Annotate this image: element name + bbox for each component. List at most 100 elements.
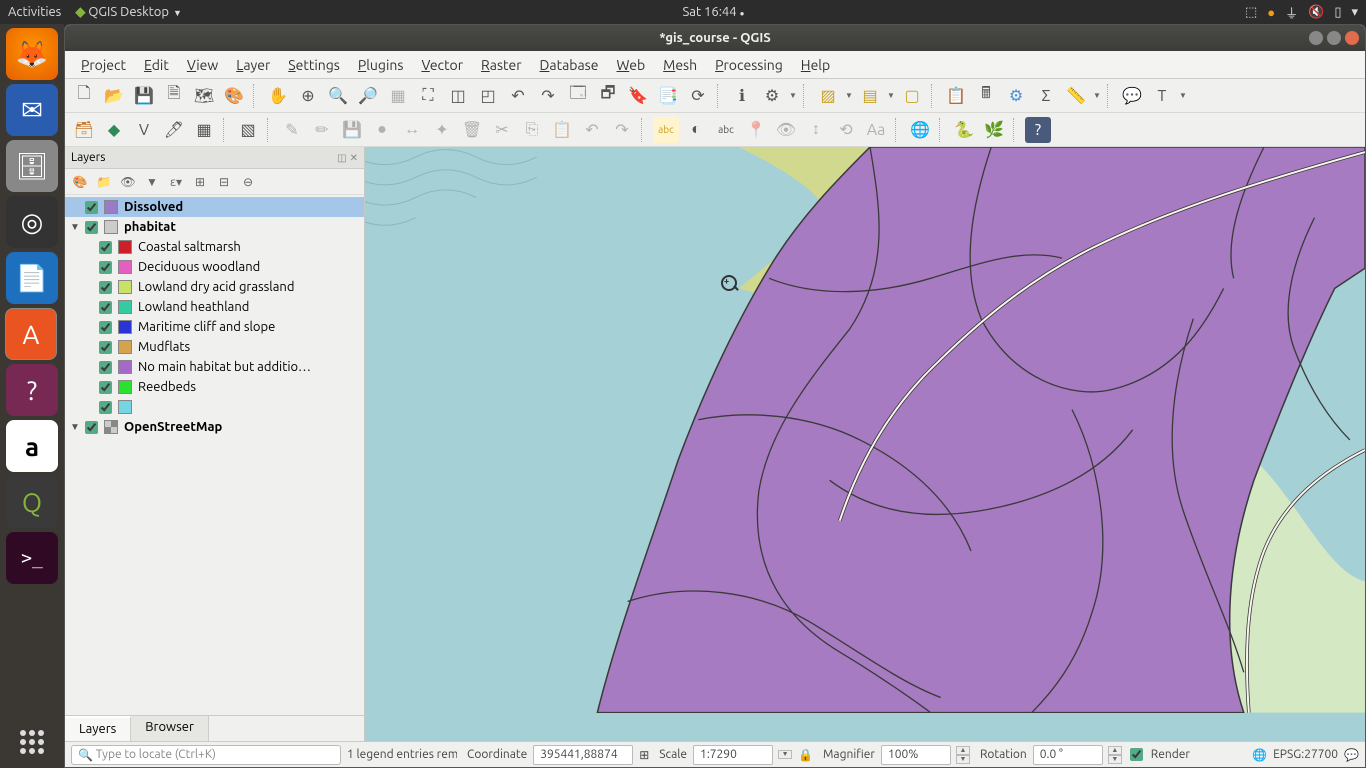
style-manager-icon[interactable]: 🎨 <box>221 83 247 109</box>
zoom-native-icon[interactable]: ▦ <box>385 83 411 109</box>
grass-icon[interactable]: 🌿 <box>981 117 1007 143</box>
power-icon[interactable]: ▾ <box>1351 5 1358 20</box>
change-label-icon[interactable]: Aa <box>863 117 889 143</box>
browser-tab[interactable]: Browser <box>131 716 209 741</box>
zoom-next-icon[interactable]: ↷ <box>535 83 561 109</box>
volume-icon[interactable]: 🔇 <box>1308 5 1324 20</box>
layer-style-icon[interactable]: 🎨 <box>71 173 89 191</box>
move-label-icon[interactable]: ↕ <box>803 117 829 143</box>
delete-icon[interactable]: 🗑 <box>459 117 485 143</box>
metasearch-icon[interactable]: 🌐 <box>907 117 933 143</box>
battery-icon[interactable]: ▯ <box>1334 5 1341 20</box>
show-apps-button[interactable] <box>6 716 58 768</box>
add-group-icon[interactable]: 📁 <box>95 173 113 191</box>
label-highlight-icon[interactable]: abc <box>713 117 739 143</box>
new-mesh-icon[interactable]: ▧ <box>235 117 261 143</box>
node-tool-icon[interactable]: ✦ <box>429 117 455 143</box>
wifi-icon[interactable]: ⏚ <box>1285 3 1298 22</box>
show-label-icon[interactable]: 👁 <box>773 117 799 143</box>
close-button[interactable] <box>1345 31 1359 45</box>
thunderbird-launcher[interactable]: ✉ <box>6 84 58 136</box>
render-checkbox[interactable] <box>1130 748 1143 761</box>
action-icon[interactable]: ⚙ <box>759 83 785 109</box>
python-console-icon[interactable]: 🐍 <box>951 117 977 143</box>
magnifier-field[interactable]: 100% <box>881 745 951 765</box>
open-project-icon[interactable]: 📂 <box>101 83 127 109</box>
scale-dropdown[interactable]: ▼ <box>778 750 792 759</box>
scale-field[interactable]: 1:7290 <box>693 745 773 765</box>
pin-label-icon[interactable]: 📍 <box>743 117 769 143</box>
layer-row[interactable]: Coastal saltmarsh <box>65 237 364 257</box>
new-virtual-icon[interactable]: ▦ <box>191 117 217 143</box>
help-icon[interactable]: ? <box>1025 117 1051 143</box>
app-menu[interactable]: ◆ QGIS Desktop▼ <box>75 5 182 20</box>
redo-icon[interactable]: ↷ <box>609 117 635 143</box>
zoom-last-icon[interactable]: ↶ <box>505 83 531 109</box>
select-features-icon[interactable]: ▨ <box>815 83 841 109</box>
zoom-selection-icon[interactable]: ◫ <box>445 83 471 109</box>
remove-layer-icon[interactable]: ⊖ <box>239 173 257 191</box>
refresh-icon[interactable]: ⟳ <box>685 83 711 109</box>
layer-visibility-checkbox[interactable] <box>99 341 112 354</box>
filter-legend-icon[interactable]: ▼ <box>143 173 161 191</box>
layer-visibility-checkbox[interactable] <box>85 201 98 214</box>
attribute-table-icon[interactable]: 📋 <box>943 83 969 109</box>
add-feature-icon[interactable]: ● <box>369 117 395 143</box>
system-tray[interactable]: ⬚ ● ⏚ 🔇 ▯ ▾ <box>1245 3 1358 22</box>
deselect-icon[interactable]: ▢ <box>899 83 925 109</box>
qgis-launcher[interactable]: Q <box>6 476 58 528</box>
terminal-launcher[interactable]: >_ <box>6 532 58 584</box>
layer-visibility-checkbox[interactable] <box>99 281 112 294</box>
rotate-label-icon[interactable]: ⟲ <box>833 117 859 143</box>
filter-expr-icon[interactable]: ε▾ <box>167 173 185 191</box>
undock-icon[interactable]: ◫ <box>337 152 346 164</box>
firefox-launcher[interactable]: 🦊 <box>6 28 58 80</box>
minimize-button[interactable] <box>1309 31 1323 45</box>
menu-plugins[interactable]: Plugins <box>350 55 412 75</box>
mag-down[interactable]: ▼ <box>956 755 970 764</box>
data-source-icon[interactable]: 🗃 <box>71 117 97 143</box>
amazon-launcher[interactable]: a <box>6 420 58 472</box>
new-bookmark-icon[interactable]: 🔖 <box>625 83 651 109</box>
menu-raster[interactable]: Raster <box>473 55 529 75</box>
measure-icon[interactable]: 📏 <box>1063 83 1089 109</box>
save-as-icon[interactable]: 🗎 <box>161 83 187 109</box>
select-by-value-icon[interactable]: ▤ <box>857 83 883 109</box>
paste-icon[interactable]: 📋 <box>549 117 575 143</box>
layer-row[interactable]: No main habitat but additio… <box>65 357 364 377</box>
zoom-layer-icon[interactable]: ◰ <box>475 83 501 109</box>
menu-project[interactable]: Project <box>73 55 134 75</box>
rot-down[interactable]: ▼ <box>1108 755 1122 764</box>
layer-row[interactable]: Mudflats <box>65 337 364 357</box>
activities-button[interactable]: Activities <box>8 5 61 19</box>
window-titlebar[interactable]: *gis_course - QGIS <box>65 25 1365 51</box>
cut-icon[interactable]: ✂ <box>489 117 515 143</box>
layer-row[interactable]: Maritime cliff and slope <box>65 317 364 337</box>
new-shapefile-icon[interactable]: V <box>131 117 157 143</box>
layer-visibility-checkbox[interactable] <box>99 301 112 314</box>
layer-visibility-checkbox[interactable] <box>99 321 112 334</box>
copy-icon[interactable]: ⎘ <box>519 117 545 143</box>
layer-row[interactable]: Lowland heathland <box>65 297 364 317</box>
manage-visibility-icon[interactable]: 👁 <box>119 173 137 191</box>
identify-icon[interactable]: ℹ <box>729 83 755 109</box>
current-edits-icon[interactable]: ✎ <box>279 117 305 143</box>
layer-row[interactable] <box>65 397 364 417</box>
zoom-out-icon[interactable]: 🔎 <box>355 83 381 109</box>
layer-row[interactable]: Lowland dry acid grassland <box>65 277 364 297</box>
layout-manager-icon[interactable]: 🗺 <box>191 83 217 109</box>
layers-tab[interactable]: Layers <box>65 716 131 741</box>
map-tips-icon[interactable]: 💬 <box>1119 83 1145 109</box>
move-feature-icon[interactable]: ↔ <box>399 117 425 143</box>
layer-row[interactable]: Reedbeds <box>65 377 364 397</box>
extents-toggle-icon[interactable]: ⊞ <box>639 748 649 762</box>
map-canvas[interactable]: + <box>365 147 1365 741</box>
menu-layer[interactable]: Layer <box>228 55 278 75</box>
layer-visibility-checkbox[interactable] <box>85 221 98 234</box>
pan-to-selection-icon[interactable]: ⊕ <box>295 83 321 109</box>
layer-visibility-checkbox[interactable] <box>99 361 112 374</box>
mag-up[interactable]: ▲ <box>956 746 970 755</box>
menu-processing[interactable]: Processing <box>707 55 791 75</box>
menu-database[interactable]: Database <box>532 55 607 75</box>
files-launcher[interactable]: 🗄 <box>6 140 58 192</box>
